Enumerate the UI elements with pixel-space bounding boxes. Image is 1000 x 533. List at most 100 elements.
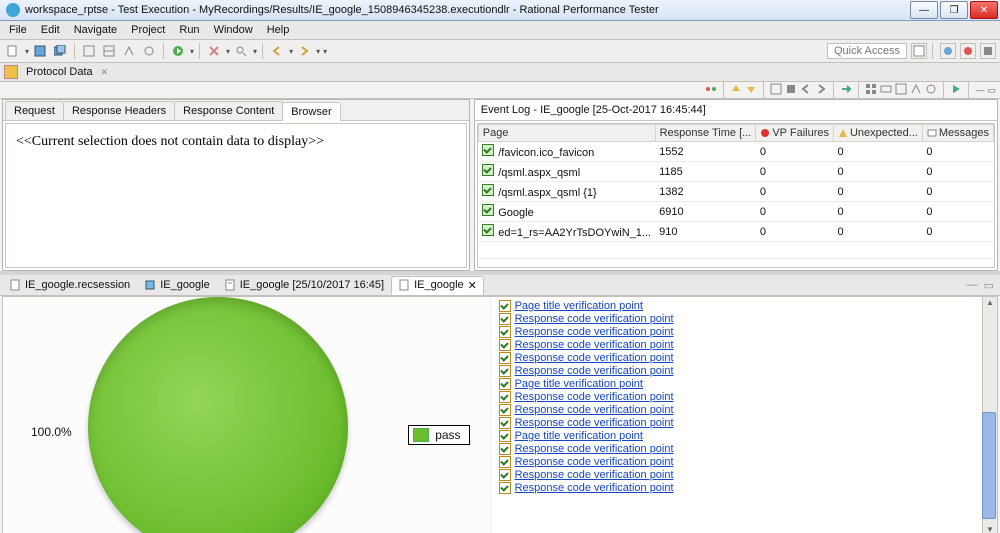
tab-request[interactable]: Request [5,101,64,120]
tab-response-content[interactable]: Response Content [174,101,283,120]
editor-tab-iegoogle-dated[interactable]: IE_google [25/10/2017 16:45] [217,276,391,294]
verification-point-item[interactable]: Response code verification point [499,404,979,416]
view-maximize-icon[interactable]: ▭ [987,85,996,96]
editor-tab-recsession[interactable]: IE_google.recsession [2,276,137,294]
forward-icon[interactable] [295,42,313,60]
menu-run[interactable]: Run [172,22,206,38]
table-row[interactable]: ed=1_rs=AA2YrTsDOYwiN_1...910000 [478,222,993,242]
scroll-up-icon[interactable]: ▲ [986,298,994,307]
maximize-button[interactable]: ❐ [940,1,968,19]
minimize-button[interactable]: — [910,1,938,19]
view-tool-icon[interactable] [705,83,717,98]
tool-icon-1[interactable] [80,42,98,60]
quick-access[interactable]: Quick Access [827,43,907,59]
tab-response-headers[interactable]: Response Headers [63,101,175,120]
run-icon[interactable] [169,42,187,60]
view-tool-icon-6[interactable] [910,83,922,98]
scroll-thumb[interactable] [982,412,996,519]
verification-point-item[interactable]: Response code verification point [499,469,979,481]
view-minimize-icon[interactable]: — [975,85,984,95]
view-tool-icon-7[interactable] [925,83,937,98]
close-tab-icon[interactable]: ✕ [468,279,477,292]
verification-point-item[interactable]: Response code verification point [499,391,979,403]
view-tool-play-icon[interactable] [950,83,962,98]
verification-point-item[interactable]: Response code verification point [499,339,979,351]
col-messages[interactable]: Messages [922,125,993,142]
perspective-icon-4[interactable] [980,43,996,59]
tool-icon-5[interactable] [205,42,223,60]
col-unexpected[interactable]: Unexpected... [833,125,922,142]
view-tool-down-icon[interactable] [745,83,757,98]
tab-browser[interactable]: Browser [282,102,340,121]
verification-point-link[interactable]: Response code verification point [515,417,674,429]
view-tool-up-icon[interactable] [730,83,742,98]
search-icon[interactable] [232,42,250,60]
tool-icon-2[interactable] [100,42,118,60]
view-tool-icon-2[interactable] [770,83,782,98]
verification-point-item[interactable]: Response code verification point [499,482,979,494]
verification-point-item[interactable]: Page title verification point [499,378,979,390]
save-icon[interactable] [31,42,49,60]
view-tool-icon-3[interactable] [785,83,797,98]
menu-edit[interactable]: Edit [34,22,67,38]
verification-point-item[interactable]: Response code verification point [499,365,979,377]
table-row[interactable]: /qsml.aspx_qsml {1}1382000 [478,182,993,202]
protocol-data-tab[interactable]: Protocol Data [22,65,97,79]
scrollbar[interactable]: ▲ ▼ [982,297,997,533]
verification-point-item[interactable]: Page title verification point [499,300,979,312]
col-page[interactable]: Page [478,125,655,142]
verification-point-link[interactable]: Response code verification point [515,326,674,338]
editor-tab-iegoogle-active[interactable]: IE_google ✕ [391,276,484,295]
col-response-time[interactable]: Response Time [... [655,125,756,142]
menu-file[interactable]: File [2,22,34,38]
close-tab-icon[interactable]: ✕ [101,67,109,78]
view-tool-step-icon[interactable] [840,83,852,98]
close-button[interactable]: ✕ [970,1,998,19]
back-icon[interactable] [268,42,286,60]
verification-point-link[interactable]: Response code verification point [515,456,674,468]
col-vp-failures[interactable]: VP Failures [756,125,834,142]
verification-point-link[interactable]: Page title verification point [515,378,643,390]
menu-project[interactable]: Project [124,22,172,38]
verification-point-link[interactable]: Response code verification point [515,469,674,481]
verification-point-item[interactable]: Response code verification point [499,417,979,429]
verification-point-link[interactable]: Page title verification point [515,300,643,312]
view-tool-icon-5[interactable] [895,83,907,98]
new-icon[interactable] [4,42,22,60]
view-tool-grid-icon[interactable] [865,83,877,98]
verification-point-item[interactable]: Response code verification point [499,326,979,338]
editor-minimize-icon[interactable]: — [967,279,978,292]
editor-tab-iegoogle-1[interactable]: IE_google [137,276,217,294]
table-row[interactable]: /favicon.ico_favicon1552000 [478,142,993,162]
verification-point-item[interactable]: Page title verification point [499,430,979,442]
verification-point-link[interactable]: Response code verification point [515,365,674,377]
verification-point-item[interactable]: Response code verification point [499,352,979,364]
menu-window[interactable]: Window [207,22,260,38]
view-tool-icon-4[interactable] [880,83,892,98]
menu-navigate[interactable]: Navigate [67,22,124,38]
menu-help[interactable]: Help [260,22,297,38]
tool-icon-3[interactable] [120,42,138,60]
scroll-down-icon[interactable]: ▼ [986,525,994,533]
verification-point-link[interactable]: Response code verification point [515,443,674,455]
editor-maximize-icon[interactable]: ▭ [984,279,994,292]
verification-point-link[interactable]: Response code verification point [515,352,674,364]
view-tool-fwd-icon[interactable] [815,83,827,98]
verification-point-link[interactable]: Response code verification point [515,391,674,403]
verification-point-link[interactable]: Page title verification point [515,430,643,442]
perspective-icon-1[interactable] [911,43,927,59]
table-row[interactable]: Google6910000 [478,202,993,222]
table-row[interactable]: /qsml.aspx_qsml1185000 [478,162,993,182]
verification-point-item[interactable]: Response code verification point [499,443,979,455]
verification-point-link[interactable]: Response code verification point [515,313,674,325]
verification-point-link[interactable]: Response code verification point [515,482,674,494]
verification-point-link[interactable]: Response code verification point [515,404,674,416]
verification-point-link[interactable]: Response code verification point [515,339,674,351]
perspective-icon-3[interactable] [960,43,976,59]
verification-point-item[interactable]: Response code verification point [499,456,979,468]
verification-point-item[interactable]: Response code verification point [499,313,979,325]
save-all-icon[interactable] [51,42,69,60]
view-tool-back-icon[interactable] [800,83,812,98]
tool-icon-4[interactable] [140,42,158,60]
perspective-icon-2[interactable] [940,43,956,59]
